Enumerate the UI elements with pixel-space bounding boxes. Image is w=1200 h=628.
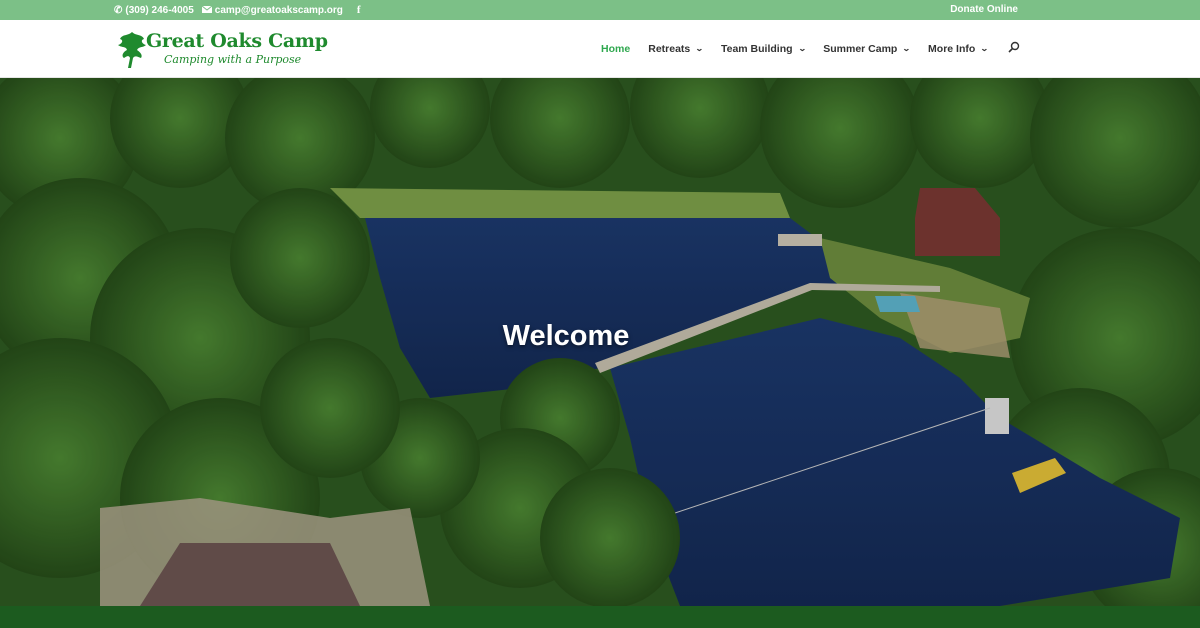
envelope-icon [201, 5, 213, 16]
donate-online-link[interactable]: Donate Online [950, 0, 1018, 20]
nav-label: Summer Camp [823, 42, 898, 55]
top-bar: ✆ (309) 246-4005 camp@greatoakscamp.org … [0, 0, 1200, 20]
hero-heading: Welcome [0, 320, 1200, 353]
nav-item-retreats[interactable]: Retreats ⌄ [648, 42, 704, 55]
chevron-down-icon: ⌄ [797, 44, 807, 53]
chevron-down-icon: ⌄ [980, 44, 990, 53]
nav-label: Retreats [648, 42, 691, 55]
nav-label: Team Building [720, 42, 793, 55]
nav-label: More Info [928, 42, 976, 55]
contact-info: ✆ (309) 246-4005 camp@greatoakscamp.org … [114, 0, 361, 20]
nav-item-home[interactable]: Home [601, 43, 630, 55]
main-navigation: Home Retreats ⌄ Team Building ⌄ Summer C… [583, 20, 1020, 77]
section-divider-band [0, 606, 1200, 628]
oak-leaf-icon [118, 32, 146, 68]
phone-icon: ✆ [114, 4, 123, 16]
chevron-down-icon: ⌄ [695, 44, 704, 53]
chevron-down-icon: ⌄ [902, 44, 912, 53]
nav-item-more-info[interactable]: More Info ⌄ [928, 42, 990, 55]
nav-item-summer-camp[interactable]: Summer Camp ⌄ [823, 42, 912, 55]
facebook-icon[interactable]: f [357, 4, 361, 16]
email-address: camp@greatoakscamp.org [214, 4, 343, 16]
site-header: Great Oaks Camp Camping with a Purpose H… [0, 20, 1200, 78]
search-icon[interactable] [1008, 41, 1020, 56]
site-logo[interactable]: Great Oaks Camp Camping with a Purpose [116, 26, 328, 72]
logo-tagline: Camping with a Purpose [164, 53, 302, 66]
welcome-text: Welcome [502, 320, 630, 352]
nav-label: Home [601, 42, 631, 55]
logo-brand-text: Great Oaks Camp [146, 30, 328, 52]
phone-link[interactable]: ✆ (309) 246-4005 [114, 5, 194, 16]
email-link[interactable]: camp@greatoakscamp.org [201, 4, 343, 16]
hero-banner: Welcome [0, 78, 1200, 606]
nav-item-team-building[interactable]: Team Building ⌄ [720, 42, 807, 55]
phone-number: (309) 246-4005 [125, 4, 194, 16]
